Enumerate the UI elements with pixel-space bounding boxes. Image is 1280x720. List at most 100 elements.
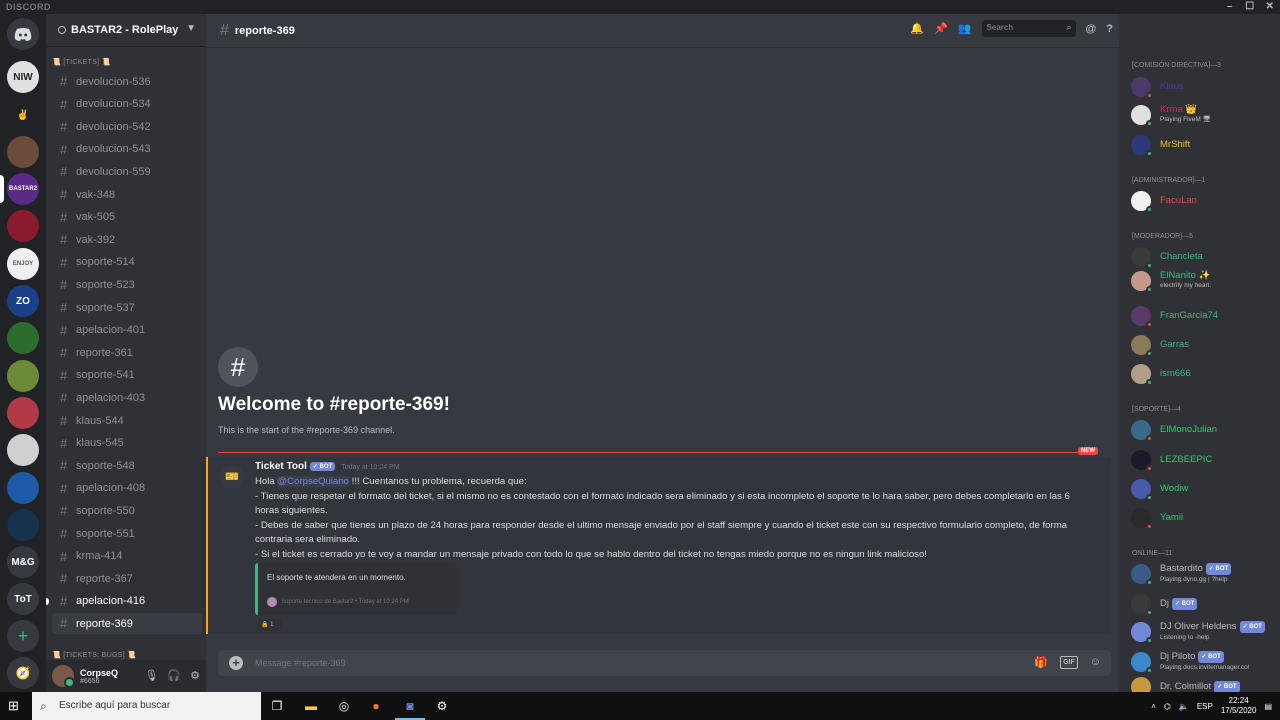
server-icon[interactable] [7, 322, 39, 354]
channel-item[interactable]: # soporte-523 [52, 274, 202, 295]
network-icon[interactable]: ⌬ [1164, 702, 1171, 711]
member-item[interactable]: Dr. Colmillot ✓ BOT [1131, 674, 1279, 692]
channel-item[interactable]: # soporte-514 [52, 252, 202, 273]
channel-item[interactable]: # reporte-369 [52, 613, 202, 635]
channel-item[interactable]: # klaus-544 [52, 410, 202, 431]
mention-icon[interactable]: @ [1086, 23, 1097, 35]
user-mention[interactable]: @CorpseQuiano [277, 476, 350, 487]
microphone-icon[interactable]: 🎙 [144, 669, 158, 682]
message-author[interactable]: Ticket Tool [255, 461, 307, 472]
server-icon[interactable] [7, 360, 39, 392]
minimize-button[interactable]: – [1220, 0, 1240, 14]
channel-item[interactable]: # soporte-551 [52, 523, 202, 544]
channel-item[interactable]: # soporte-541 [52, 365, 202, 386]
member-item[interactable]: FacuLan [1131, 188, 1279, 214]
ticket-icon[interactable]: 🎫 [220, 465, 244, 489]
help-icon[interactable]: ? [1106, 23, 1113, 35]
headphones-icon[interactable]: 🎧 [167, 669, 181, 682]
channel-item[interactable]: # devolucion-559 [52, 161, 202, 182]
clock[interactable]: 22:24 17/5/2020 [1221, 696, 1257, 716]
channel-item[interactable]: # krma-414 [52, 546, 202, 567]
member-item[interactable]: Bastardito ✓ BOT Playing dyno.gg | ?help [1131, 561, 1279, 587]
channel-item[interactable]: # soporte-537 [52, 297, 202, 318]
gif-button[interactable]: GIF [1060, 656, 1078, 669]
upload-plus-icon[interactable]: + [229, 656, 243, 670]
member-item[interactable]: Dj ✓ BOT [1131, 591, 1279, 617]
server-icon[interactable]: NIW [7, 61, 39, 93]
settings-gear-icon[interactable]: ⚙ [190, 669, 200, 682]
channel-item[interactable]: # devolucion-536 [52, 71, 202, 92]
server-icon[interactable] [7, 509, 39, 541]
server-icon[interactable]: M&G [7, 546, 39, 578]
server-icon[interactable] [7, 434, 39, 466]
member-item[interactable]: Garras [1131, 332, 1279, 358]
home-button[interactable] [7, 18, 39, 50]
explore-servers-button[interactable]: 🧭 [7, 657, 39, 689]
settings-gear-icon[interactable]: ⚙ [434, 698, 450, 714]
taskbar-search-input[interactable]: ⌕ Escribe aquí para buscar [32, 692, 261, 720]
member-item[interactable]: ism666 [1131, 361, 1279, 387]
channel-item[interactable]: # devolucion-543 [52, 139, 202, 160]
server-icon[interactable] [7, 210, 39, 242]
server-icon[interactable]: BASTAR2 [7, 173, 39, 205]
task-view-icon[interactable]: ❐ [269, 698, 285, 714]
channel-item[interactable]: # klaus-545 [52, 433, 202, 454]
server-icon[interactable] [7, 472, 39, 504]
channel-item[interactable]: # vak-505 [52, 207, 202, 228]
member-item[interactable]: DJ Oliver Heldens ✓ BOT Listening to -help [1131, 619, 1279, 645]
member-item[interactable]: Yamii [1131, 505, 1279, 531]
member-item[interactable]: ElNanito ✨ electrify my heart. [1131, 268, 1279, 294]
language-indicator[interactable]: ESP [1197, 702, 1213, 711]
member-item[interactable]: Krma 👑 Playing FiveM 🖥 [1131, 102, 1279, 128]
reaction-button[interactable]: 🔒 1 [257, 619, 283, 631]
channel-item[interactable]: # reporte-367 [52, 568, 202, 589]
channel-item[interactable]: # apelacion-408 [52, 478, 202, 499]
members-icon[interactable]: 👥 [958, 22, 972, 35]
channel-item[interactable]: # soporte-548 [52, 455, 202, 476]
channel-item[interactable]: # apelacion-403 [52, 387, 202, 408]
windows-start-icon[interactable]: ⊞ [8, 698, 19, 714]
member-item[interactable]: MrShift [1131, 132, 1279, 158]
server-icon[interactable] [7, 136, 39, 168]
file-explorer-icon[interactable]: ▬ [303, 698, 319, 714]
server-icon[interactable]: ZO [7, 285, 39, 317]
server-header[interactable]: BASTAR2 - RolePlay ▼ [46, 14, 206, 47]
message-input[interactable]: + Message #reporte-369 🎁 GIF ☺ [218, 650, 1111, 676]
emoji-icon[interactable]: ☺ [1090, 656, 1101, 669]
server-icon[interactable]: ✌ [7, 99, 39, 131]
channel-item[interactable]: # devolucion-534 [52, 94, 202, 115]
notifications-icon[interactable]: ▤ [1264, 702, 1272, 711]
member-item[interactable]: Wodiw [1131, 476, 1279, 502]
firefox-icon[interactable]: ● [368, 698, 384, 714]
maximize-button[interactable]: ☐ [1240, 0, 1260, 14]
member-item[interactable]: Dj Piloto ✓ BOT Playing docs.invitemanager… [1131, 649, 1279, 675]
pin-icon[interactable]: 📌 [934, 22, 948, 35]
channel-item[interactable]: # vak-348 [52, 184, 202, 205]
app-icon[interactable]: ◎ [336, 698, 352, 714]
channel-item[interactable]: # vak-392 [52, 229, 202, 250]
category-tickets[interactable]: 📜 [TICKETS] 📜 [52, 58, 111, 66]
member-item[interactable]: ElMonoJulian [1131, 417, 1279, 443]
channel-item[interactable]: # apelacion-401 [52, 320, 202, 341]
volume-icon[interactable]: 🔈 [1179, 702, 1189, 711]
discord-taskbar-icon[interactable]: ◙ [402, 698, 418, 714]
member-item[interactable]: Chancleta [1131, 244, 1279, 270]
channel-item[interactable]: # soporte-550 [52, 500, 202, 521]
member-item[interactable]: LEZBEEPIC [1131, 447, 1279, 473]
member-item[interactable]: Klaus [1131, 74, 1279, 100]
channel-item[interactable]: # devolucion-542 [52, 116, 202, 137]
gift-icon[interactable]: 🎁 [1034, 656, 1048, 669]
bell-icon[interactable]: 🔔 [910, 22, 924, 35]
close-button[interactable]: ✕ [1260, 0, 1280, 14]
channel-item[interactable]: # apelacion-416 [46, 591, 202, 612]
avatar[interactable] [52, 665, 75, 688]
member-item[interactable]: FranGarcia74 [1131, 303, 1279, 329]
channel-item[interactable]: # reporte-361 [52, 342, 202, 363]
chevron-up-icon[interactable]: ˄ [1151, 702, 1156, 711]
search-input[interactable]: Search ⌕ [981, 20, 1076, 37]
server-icon[interactable]: ToT [7, 583, 39, 615]
add-server-button[interactable]: + [7, 620, 39, 652]
server-icon[interactable]: ENJOY [7, 248, 39, 280]
server-icon[interactable] [7, 397, 39, 429]
category-tickets-bugs[interactable]: 📜 [TICKETS: BUGS] 📜 [52, 651, 136, 659]
